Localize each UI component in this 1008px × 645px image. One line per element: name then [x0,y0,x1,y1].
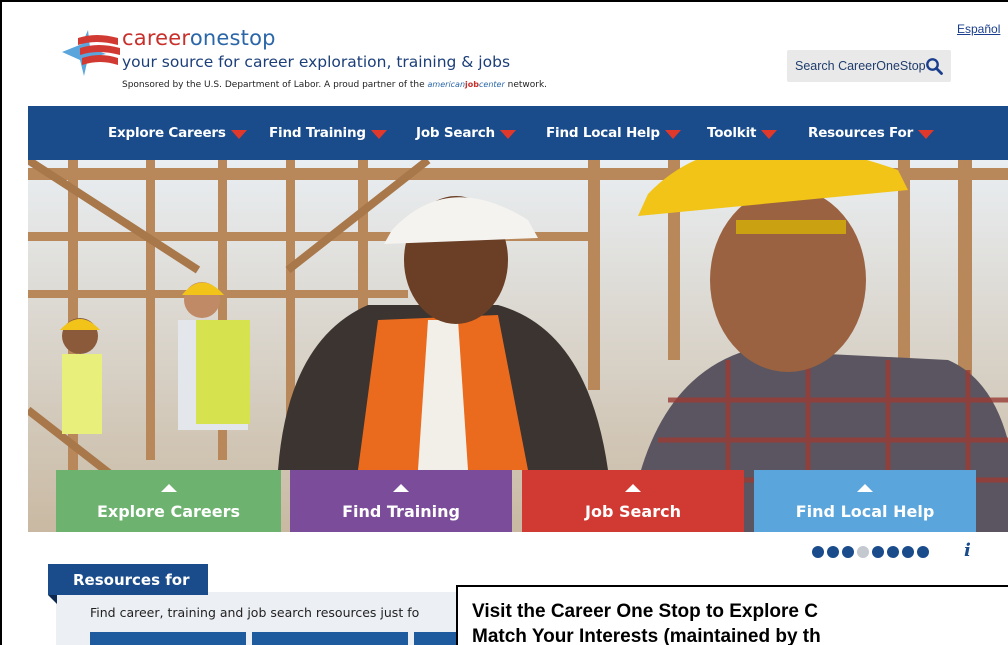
nav-toolkit[interactable]: Toolkit [707,106,778,160]
site-header: careeronestop your source for career exp… [28,4,1008,106]
carousel-dot[interactable] [902,546,914,558]
tile-label: Job Search [585,502,681,521]
nav-label: Resources For [808,125,914,141]
nav-label: Explore Careers [108,125,226,141]
search-icon [926,58,943,75]
sponsor-text: Sponsored by the U.S. Department of Labo… [122,80,425,90]
main-nav: Explore Careers Find Training Job Search… [28,106,1008,160]
nav-find-local-help[interactable]: Find Local Help [546,106,681,160]
up-arrow-icon [857,484,873,492]
up-arrow-icon [393,484,409,492]
nav-resources-for[interactable]: Resources For [808,106,935,160]
resources-audience-button[interactable] [90,632,246,645]
ajc-part-american: american [427,80,466,89]
caption-line-1: Visit the Career One Stop to Explore C [472,601,818,622]
tile-explore-careers[interactable]: Explore Careers [56,470,281,532]
tile-label: Find Training [342,502,460,521]
brand-part-career: career [122,26,190,50]
caption-line-2: Match Your Interests (maintained by th [472,626,821,645]
tagline: your source for career exploration, trai… [122,53,511,71]
nav-label: Find Training [269,125,366,141]
up-arrow-icon [160,484,177,492]
page-content: careeronestop your source for career exp… [28,4,1008,645]
dropdown-arrow-icon [664,129,681,139]
dropdown-arrow-icon [230,129,247,139]
dropdown-arrow-icon [918,129,935,139]
ajc-part-center: center [479,80,505,89]
nav-job-search[interactable]: Job Search [416,106,516,160]
brand-name[interactable]: careeronestop [122,26,276,50]
dropdown-arrow-icon [761,129,778,139]
dropdown-arrow-icon [370,129,387,139]
tile-label: Find Local Help [795,502,935,521]
tile-label: Explore Careers [96,502,241,521]
tab-fold-decoration [48,595,57,604]
carousel-dot[interactable] [842,546,854,558]
carousel-dots [812,546,929,558]
carousel-dot[interactable] [872,546,884,558]
nav-label: Find Local Help [546,125,660,141]
careeronestop-logo-icon[interactable] [58,26,122,82]
browser-frame: careeronestop your source for career exp… [0,0,1008,645]
carousel-dot[interactable] [857,546,869,558]
tile-find-training[interactable]: Find Training [290,470,512,532]
resources-audience-button[interactable] [252,632,408,645]
nav-explore-careers[interactable]: Explore Careers [108,106,247,160]
carousel-dot[interactable] [827,546,839,558]
nav-label: Toolkit [707,125,757,141]
info-icon[interactable]: i [964,540,971,561]
carousel-dot[interactable] [812,546,824,558]
nav-find-training[interactable]: Find Training [269,106,387,160]
american-job-center-logo: americanjobcenter [428,80,505,89]
brand-part-onestop: onestop [189,26,276,50]
nav-label: Job Search [416,125,495,141]
resources-for-tab: Resources for [48,564,208,595]
search-careeronestop-button[interactable]: Search CareerOneStop [787,50,951,82]
dropdown-arrow-icon [499,129,516,139]
carousel-dot[interactable] [917,546,929,558]
ajc-part-job: job [465,80,479,89]
sponsor-suffix: network. [507,80,548,90]
caption-overlay: Visit the Career One Stop to Explore C M… [456,585,1008,645]
up-arrow-icon [625,484,641,492]
search-label: Search CareerOneStop [795,59,926,73]
tile-job-search[interactable]: Job Search [522,470,744,532]
resources-intro-text: Find career, training and job search res… [90,605,420,620]
espanol-link[interactable]: Español [957,22,1000,36]
carousel-dot[interactable] [887,546,899,558]
tile-find-local-help[interactable]: Find Local Help [754,470,976,532]
sponsor-line: Sponsored by the U.S. Department of Labo… [122,80,547,90]
